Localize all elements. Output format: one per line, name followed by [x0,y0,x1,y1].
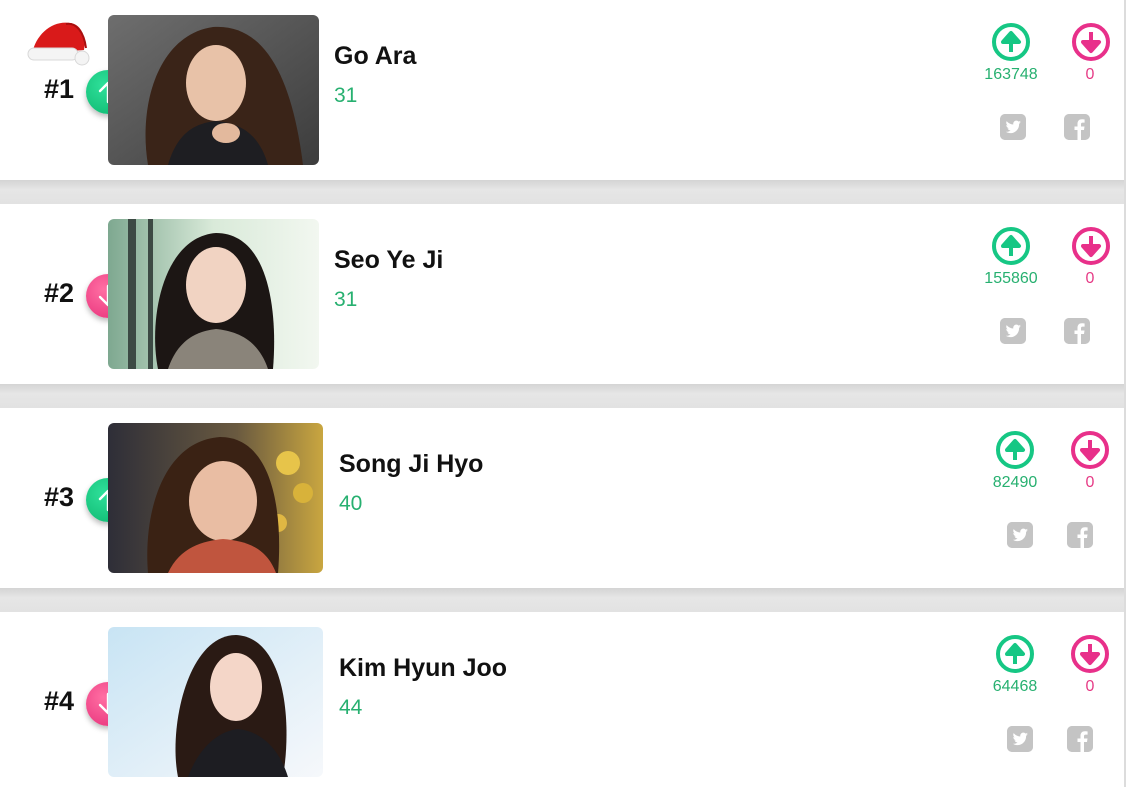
twitter-icon[interactable] [1007,726,1033,752]
celebrity-name[interactable]: Go Ara [334,42,416,71]
twitter-icon[interactable] [1007,522,1033,548]
celebrity-name[interactable]: Seo Ye Ji [334,246,443,275]
rank-label: #3 [44,482,75,512]
ranking-row: #2 Seo Ye Ji 31 155860 0 [0,204,1124,408]
arrow-circle-up-icon[interactable] [991,226,1031,266]
rank-label: #4 [44,686,75,716]
arrow-circle-up-icon[interactable] [995,430,1035,470]
celebrity-photo[interactable] [108,15,319,165]
facebook-icon[interactable] [1067,522,1093,548]
celebrity-age: 44 [339,696,363,719]
upvote-count: 155860 [984,270,1038,287]
arrow-circle-down-icon[interactable] [1071,226,1111,266]
rank-label: #1 [44,74,75,104]
santa-hat-icon [27,22,90,66]
celebrity-photo[interactable] [108,219,319,369]
facebook-icon[interactable] [1067,726,1093,752]
rank-label: #2 [44,278,75,308]
celebrity-age: 31 [334,84,358,107]
celebrity-age: 31 [334,288,358,311]
ranking-row: #4 Kim Hyun Joo 44 64468 0 [0,612,1124,787]
facebook-icon[interactable] [1064,318,1090,344]
facebook-icon[interactable] [1064,114,1090,140]
downvote-count: 0 [1085,474,1095,491]
upvote-count: 82490 [992,474,1038,491]
arrow-circle-up-icon[interactable] [991,22,1031,62]
ranking-row: #3 Song Ji Hyo 40 82490 0 [0,408,1124,612]
celebrity-photo[interactable] [108,627,323,777]
downvote-count: 0 [1085,678,1095,695]
arrow-circle-down-icon[interactable] [1070,430,1110,470]
arrow-circle-down-icon[interactable] [1070,634,1110,674]
upvote-count: 163748 [984,66,1038,83]
upvote-count: 64468 [992,678,1038,695]
celebrity-age: 40 [339,492,363,515]
downvote-count: 0 [1085,66,1095,83]
celebrity-name[interactable]: Song Ji Hyo [339,450,483,479]
twitter-icon[interactable] [1000,318,1026,344]
ranking-list: #1 Go Ara 31 163748 0 #2 Seo Ye Ji 31 15… [0,0,1124,787]
arrow-circle-up-icon[interactable] [995,634,1035,674]
celebrity-name[interactable]: Kim Hyun Joo [339,654,507,683]
arrow-circle-down-icon[interactable] [1071,22,1111,62]
ranking-row: #1 Go Ara 31 163748 0 [0,0,1124,204]
twitter-icon[interactable] [1000,114,1026,140]
downvote-count: 0 [1085,270,1095,287]
celebrity-photo[interactable] [108,423,323,573]
